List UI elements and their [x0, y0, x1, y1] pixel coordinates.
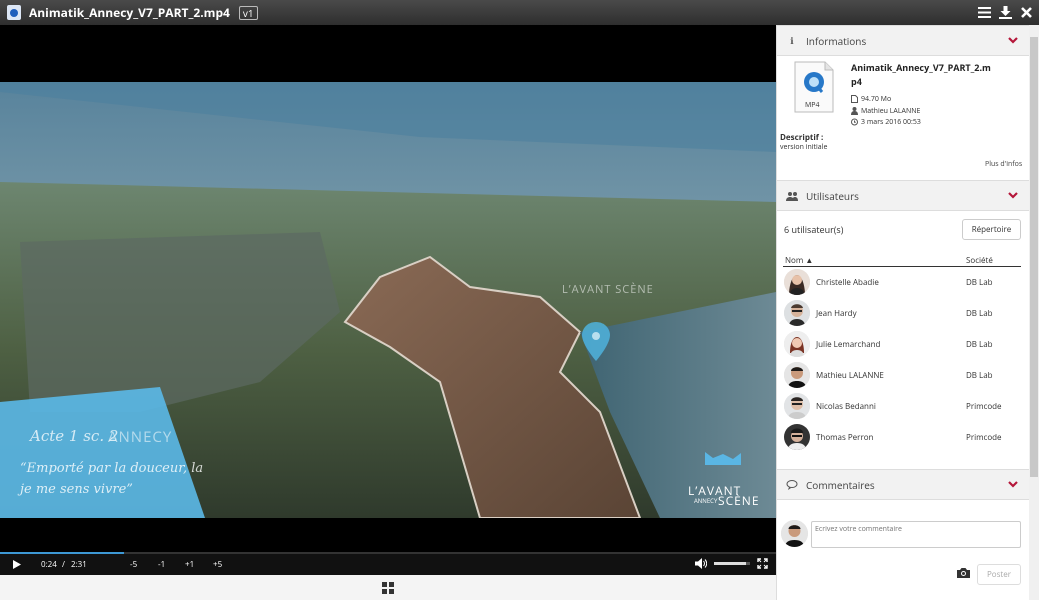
overlay-quote-line1: “Emporté par la douceur, la	[20, 461, 204, 476]
directory-button[interactable]: Répertoire	[962, 219, 1021, 240]
close-icon[interactable]	[1019, 4, 1033, 20]
column-name-header[interactable]: Nom ▲	[785, 255, 813, 266]
file-date: 3 mars 2016 00:53	[861, 118, 921, 127]
info-icon: ℹ	[790, 34, 794, 47]
volume-level	[714, 562, 747, 565]
users-count: 6 utilisateur(s)	[784, 223, 844, 236]
table-row[interactable]: Mathieu LALANNE DB Lab	[783, 360, 1023, 391]
avatar	[784, 331, 810, 357]
user-name: Jean Hardy	[816, 308, 857, 319]
logo-line2: SCÈNE	[718, 492, 760, 509]
informations-header[interactable]: ℹ Informations	[777, 25, 1029, 56]
current-user-avatar	[781, 520, 808, 547]
user-company: Primcode	[966, 432, 1002, 443]
description-label: Descriptif :	[780, 132, 824, 143]
user-company: Primcode	[966, 401, 1002, 412]
app-window: { "titlebar": { "file_name": "Animatik_A…	[0, 0, 1039, 600]
menu-icon[interactable]	[977, 4, 991, 20]
comments-icon	[786, 479, 798, 490]
user-name: Nicolas Bedanni	[816, 401, 876, 412]
mp4-file-icon: MP4	[794, 61, 834, 113]
version-badge[interactable]: v1	[238, 5, 258, 20]
logo-small: ANNECY	[694, 497, 718, 505]
user-company: DB Lab	[966, 308, 993, 319]
user-name: Julie Lemarchand	[816, 339, 881, 350]
skip-back-5-button[interactable]: -5	[130, 559, 137, 570]
scrollbar[interactable]	[1029, 25, 1039, 600]
comments-header[interactable]: Commentaires	[777, 469, 1029, 500]
overlay-place: ANNECY	[108, 427, 173, 447]
file-size: 94.70 Mo	[861, 95, 892, 104]
video-frame: L’AVANT SCÈNE Acte 1 sc. 2 ANNECY “Empor…	[0, 82, 776, 518]
video-player[interactable]: L’AVANT SCÈNE Acte 1 sc. 2 ANNECY “Empor…	[0, 25, 776, 552]
fullscreen-icon[interactable]	[757, 558, 768, 569]
table-row[interactable]: Julie Lemarchand DB Lab	[783, 329, 1023, 360]
volume-icon[interactable]	[695, 558, 707, 569]
grid-view-icon[interactable]	[382, 581, 394, 594]
more-info-link[interactable]: Plus d'infos	[985, 160, 1022, 169]
bottom-toolbar	[0, 575, 776, 600]
overlay-title: Acte 1 sc. 2	[30, 427, 119, 445]
volume-slider[interactable]	[714, 562, 750, 565]
column-company-header[interactable]: Société	[966, 255, 993, 266]
avatar	[784, 300, 810, 326]
title-bar: Animatik_Annecy_V7_PART_2.mp4 v1	[0, 0, 1039, 25]
table-row[interactable]: Christelle Abadie DB Lab	[783, 267, 1023, 298]
skip-back-1-button[interactable]: -1	[158, 559, 165, 570]
progress-bar[interactable]	[0, 552, 776, 554]
chevron-down-icon[interactable]	[1007, 34, 1019, 46]
user-company: DB Lab	[966, 277, 993, 288]
player-controls: 0:24 / 2:31 -5 -1 +1 +5	[0, 552, 776, 575]
file-type-icon	[7, 5, 21, 20]
duration: 2:31	[71, 559, 87, 570]
informations-title: Informations	[806, 33, 867, 48]
play-icon[interactable]	[13, 560, 21, 569]
comment-input[interactable]	[811, 521, 1021, 548]
time-separator: /	[62, 559, 65, 570]
window-title: Animatik_Annecy_V7_PART_2.mp4	[29, 4, 230, 21]
avatar	[784, 362, 810, 388]
comments-title: Commentaires	[806, 477, 875, 492]
table-row[interactable]: Thomas Perron Primcode	[783, 422, 1023, 453]
clock-icon	[851, 118, 858, 126]
avatar	[784, 424, 810, 450]
file-type-label: MP4	[805, 101, 820, 110]
skip-forward-5-button[interactable]: +5	[213, 559, 222, 570]
avatar	[784, 269, 810, 295]
download-icon[interactable]	[998, 4, 1012, 20]
users-icon	[786, 191, 798, 201]
file-author: Mathieu LALANNE	[861, 107, 921, 116]
user-name: Christelle Abadie	[816, 277, 879, 288]
file-name-line2: p4	[851, 75, 862, 88]
post-button[interactable]: Poster	[977, 564, 1021, 585]
chevron-down-icon[interactable]	[1007, 189, 1019, 201]
user-icon	[851, 107, 858, 115]
user-name: Thomas Perron	[816, 432, 874, 443]
chevron-down-icon[interactable]	[1007, 478, 1019, 490]
table-row[interactable]: Nicolas Bedanni Primcode	[783, 391, 1023, 422]
table-row[interactable]: Jean Hardy DB Lab	[783, 298, 1023, 329]
progress-fill	[0, 552, 125, 554]
description-value: version initiale	[780, 143, 828, 152]
user-company: DB Lab	[966, 370, 993, 381]
file-size-icon	[851, 95, 858, 103]
overlay-quote-line2: je me sens vivre”	[20, 482, 133, 497]
skip-forward-1-button[interactable]: +1	[185, 559, 194, 570]
camera-icon[interactable]	[957, 567, 970, 578]
map-label: L’AVANT SCÈNE	[562, 282, 654, 297]
user-company: DB Lab	[966, 339, 993, 350]
users-title: Utilisateurs	[806, 188, 859, 203]
users-header[interactable]: Utilisateurs	[777, 180, 1029, 211]
user-name: Mathieu LALANNE	[816, 370, 884, 381]
current-time: 0:24	[41, 559, 57, 570]
avatar	[784, 393, 810, 419]
file-name-line1: Animatik_Annecy_V7_PART_2.m	[851, 61, 991, 74]
side-panel: ℹ Informations MP4 Animatik_Annecy_V7_PA…	[776, 25, 1039, 600]
scrollbar-thumb[interactable]	[1030, 37, 1038, 477]
